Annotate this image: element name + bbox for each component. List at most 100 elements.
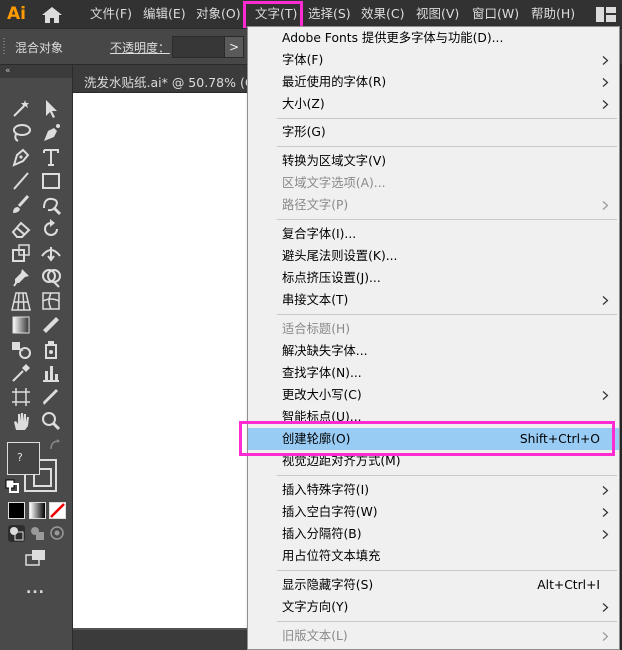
menu-item-label: 插入空白字符(W) (282, 505, 378, 519)
rectangle-tool-icon[interactable] (40, 170, 62, 192)
screen-mode-icon[interactable] (25, 549, 47, 567)
measure-tool-icon[interactable] (40, 314, 62, 336)
gradient-tool-icon[interactable] (10, 314, 32, 336)
rotate-tool-icon[interactable] (40, 218, 62, 240)
menu-item-insert-break[interactable]: 插入分隔符(B) (248, 523, 619, 545)
menu-item-insert-special-character[interactable]: 插入特殊字符(I) (248, 479, 619, 501)
menu-item-label: 查找字体(N)... (282, 366, 362, 380)
direct-selection-tool-icon[interactable] (40, 98, 62, 120)
menu-window[interactable]: 窗口(W) (472, 0, 519, 28)
menu-item-label: 解决缺失字体... (282, 344, 368, 358)
line-segment-tool-icon[interactable] (10, 170, 32, 192)
panel-grip[interactable] (3, 38, 5, 56)
paintbrush-tool-icon[interactable] (10, 194, 32, 216)
menu-separator (277, 146, 617, 147)
menu-separator (277, 475, 617, 476)
menu-item-adobe-fonts[interactable]: Adobe Fonts 提供更多字体与功能(D)... (248, 27, 619, 49)
tools-collapse-button[interactable]: « (0, 65, 72, 78)
none-mode-icon[interactable] (49, 502, 66, 519)
default-fill-stroke-icon[interactable] (5, 479, 19, 493)
horizontal-scrollbar[interactable] (73, 630, 253, 650)
document-tab-title[interactable]: 洗发水贴纸.ai* @ 50.78% (CM (84, 72, 264, 91)
perspective-grid-tool-icon[interactable] (10, 290, 32, 312)
eyedropper-tool-icon[interactable] (10, 362, 32, 384)
selection-type-label: 混合对象 (15, 41, 64, 55)
puppet-warp-tool-icon[interactable] (10, 266, 32, 288)
menu-item-legacy-text: 旧版文本(L) (248, 625, 619, 647)
opacity-input[interactable] (172, 36, 226, 58)
shaper-tool-icon[interactable] (40, 194, 62, 216)
artboard-tool-icon[interactable] (10, 386, 32, 408)
type-tool-icon[interactable] (40, 146, 62, 168)
menu-select[interactable]: 选择(S) (308, 0, 351, 28)
menu-separator (277, 314, 617, 315)
color-mode-button[interactable] (8, 502, 25, 519)
opacity-flyout-button[interactable]: > (224, 36, 244, 58)
menu-item-type-orientation[interactable]: 文字方向(Y) (248, 596, 619, 618)
magic-wand-tool-icon[interactable] (10, 98, 32, 120)
mixed-fill-marker: ? (17, 451, 23, 464)
menu-item-composite-fonts[interactable]: 复合字体(I)... (248, 223, 619, 245)
menu-view[interactable]: 视图(V) (416, 0, 459, 28)
gradient-mode-button[interactable] (29, 502, 46, 519)
opacity-label[interactable]: 不透明度： (110, 39, 170, 56)
menu-item-insert-whitespace[interactable]: 插入空白字符(W) (248, 501, 619, 523)
menu-item-label: 字形(G) (282, 125, 326, 139)
menu-item-recent-fonts[interactable]: 最近使用的字体(R) (248, 71, 619, 93)
menu-item-fill-placeholder-text[interactable]: 用占位符文本填充 (248, 545, 619, 567)
artboard[interactable] (73, 93, 249, 628)
menu-item-find-font[interactable]: 查找字体(N)... (248, 362, 619, 384)
menu-item-convert-to-area-type[interactable]: 转换为区域文字(V) (248, 150, 619, 172)
menu-item-change-case[interactable]: 更改大小写(C) (248, 384, 619, 406)
slice-tool-icon[interactable] (40, 386, 62, 408)
workspace-switcher-icon[interactable] (596, 7, 616, 22)
draw-behind-icon[interactable] (29, 525, 46, 542)
submenu-arrow-icon (602, 508, 609, 517)
menu-item-label: 字体(F) (282, 53, 324, 67)
menu-item-show-hidden-characters[interactable]: 显示隐藏字符(S) Alt+Ctrl+I (248, 574, 619, 596)
menu-item-kinsoku-settings[interactable]: 避头尾法则设置(K)... (248, 245, 619, 267)
app-logo: Ai (7, 4, 26, 24)
submenu-arrow-icon (602, 603, 609, 612)
pen-tool-icon[interactable] (10, 146, 32, 168)
menu-edit[interactable]: 编辑(E) (143, 0, 186, 28)
scale-tool-icon[interactable] (10, 242, 32, 264)
home-icon[interactable] (41, 6, 63, 24)
mesh-tool-icon[interactable] (40, 290, 62, 312)
menu-item-threaded-text[interactable]: 串接文本(T) (248, 289, 619, 311)
type-menu-dropdown: Adobe Fonts 提供更多字体与功能(D)... 字体(F) 最近使用的字… (247, 26, 620, 650)
menu-item-mojikumi-settings[interactable]: 标点挤压设置(J)... (248, 267, 619, 289)
menu-item-font[interactable]: 字体(F) (248, 49, 619, 71)
zoom-tool-icon[interactable] (40, 410, 62, 432)
menu-file[interactable]: 文件(F) (90, 0, 132, 28)
shape-builder-tool-icon[interactable] (40, 266, 62, 288)
symbol-sprayer-tool-icon[interactable] (40, 338, 62, 360)
menu-help[interactable]: 帮助(H) (531, 0, 575, 28)
menu-item-label: 大小(Z) (282, 97, 325, 111)
hand-tool-icon[interactable] (10, 410, 32, 432)
menu-separator (277, 570, 617, 571)
submenu-arrow-icon (602, 201, 609, 210)
menu-item-fit-headline: 适合标题(H) (248, 318, 619, 340)
menu-item-label: 区域文字选项(A)... (282, 176, 386, 190)
lasso-tool-icon[interactable] (10, 122, 32, 144)
draw-inside-icon[interactable] (49, 525, 66, 542)
blend-tool-icon[interactable] (10, 338, 32, 360)
draw-normal-icon[interactable] (8, 525, 25, 542)
menu-item-glyphs[interactable]: 字形(G) (248, 121, 619, 143)
width-tool-icon[interactable] (40, 242, 62, 264)
eraser-tool-icon[interactable] (10, 218, 32, 240)
menu-object[interactable]: 对象(O) (196, 0, 241, 28)
edit-toolbar-button[interactable]: ... (26, 581, 45, 597)
menu-item-size[interactable]: 大小(Z) (248, 93, 619, 115)
menu-item-resolve-missing-fonts[interactable]: 解决缺失字体... (248, 340, 619, 362)
menu-item-label: 用占位符文本填充 (282, 549, 381, 563)
menu-separator (277, 118, 617, 119)
swap-fill-stroke-icon[interactable] (48, 438, 62, 452)
menu-item-label: 旧版文本(L) (282, 629, 348, 643)
column-graph-tool-icon[interactable] (40, 362, 62, 384)
menu-effect[interactable]: 效果(C) (361, 0, 404, 28)
submenu-arrow-icon (602, 56, 609, 65)
fill-swatch[interactable] (7, 442, 40, 475)
curvature-pen-tool-icon[interactable] (40, 122, 62, 144)
